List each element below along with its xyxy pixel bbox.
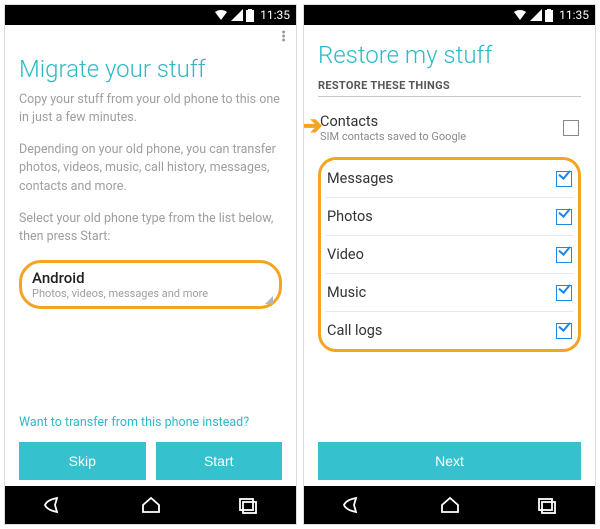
phone-type-selector[interactable]: Android Photos, videos, messages and mor… (19, 260, 282, 309)
overflow-menu-icon[interactable]: ••• (281, 31, 286, 43)
home-icon[interactable] (438, 495, 462, 515)
selector-subtitle: Photos, videos, messages and more (32, 287, 269, 300)
row-label: Messages (327, 170, 394, 187)
checkbox-messages[interactable] (556, 171, 572, 187)
row-messages[interactable]: Messages (325, 160, 574, 198)
signal-icon (231, 9, 243, 21)
nav-bar (5, 486, 296, 524)
annotation-highlight: Messages Photos Video Music Call logs (318, 157, 581, 352)
battery-icon (545, 9, 553, 22)
screen-restore: 11:35 ➔ Restore my stuff RESTORE THESE T… (303, 4, 596, 525)
clock: 11:35 (260, 8, 290, 22)
next-button[interactable]: Next (318, 442, 581, 480)
checkbox-call-logs[interactable] (556, 323, 572, 339)
checkbox-music[interactable] (556, 285, 572, 301)
start-button[interactable]: Start (156, 442, 283, 480)
row-sublabel: SIM contacts saved to Google (320, 130, 466, 143)
row-label: Contacts (320, 113, 466, 130)
intro-text-3: Select your old phone type from the list… (19, 210, 282, 246)
checkbox-video[interactable] (556, 247, 572, 263)
row-photos[interactable]: Photos (325, 198, 574, 236)
row-music[interactable]: Music (325, 274, 574, 312)
back-icon[interactable] (341, 495, 365, 515)
back-icon[interactable] (42, 495, 66, 515)
status-bar: 11:35 (304, 5, 595, 25)
row-label: Video (327, 246, 364, 263)
skip-button[interactable]: Skip (19, 442, 146, 480)
selector-title: Android (32, 269, 269, 287)
checkbox-contacts[interactable] (563, 120, 579, 136)
row-label: Music (327, 284, 366, 301)
intro-text-1: Copy your stuff from your old phone to t… (19, 91, 282, 127)
annotation-arrow-icon: ➔ (304, 111, 323, 141)
page-title: Migrate your stuff (19, 55, 282, 83)
intro-text-2: Depending on your old phone, you can tra… (19, 141, 282, 195)
recent-icon[interactable] (236, 495, 260, 515)
signal-icon (530, 9, 542, 21)
row-label: Call logs (327, 322, 382, 339)
transfer-from-this-phone-link[interactable]: Want to transfer from this phone instead… (19, 415, 249, 430)
row-label: Photos (327, 208, 373, 225)
clock: 11:35 (559, 8, 589, 22)
wifi-icon (214, 9, 228, 21)
row-contacts[interactable]: Contacts SIM contacts saved to Google (318, 103, 581, 153)
status-bar: 11:35 (5, 5, 296, 25)
battery-icon (246, 9, 254, 22)
page-title: Restore my stuff (318, 41, 581, 69)
row-call-logs[interactable]: Call logs (325, 312, 574, 349)
wifi-icon (513, 9, 527, 21)
section-header: RESTORE THESE THINGS (318, 79, 581, 92)
row-video[interactable]: Video (325, 236, 574, 274)
checkbox-photos[interactable] (556, 209, 572, 225)
screen-migrate: 11:35 ••• Migrate your stuff Copy your s… (4, 4, 297, 525)
recent-icon[interactable] (535, 495, 559, 515)
nav-bar (304, 486, 595, 524)
home-icon[interactable] (139, 495, 163, 515)
divider (318, 96, 581, 97)
